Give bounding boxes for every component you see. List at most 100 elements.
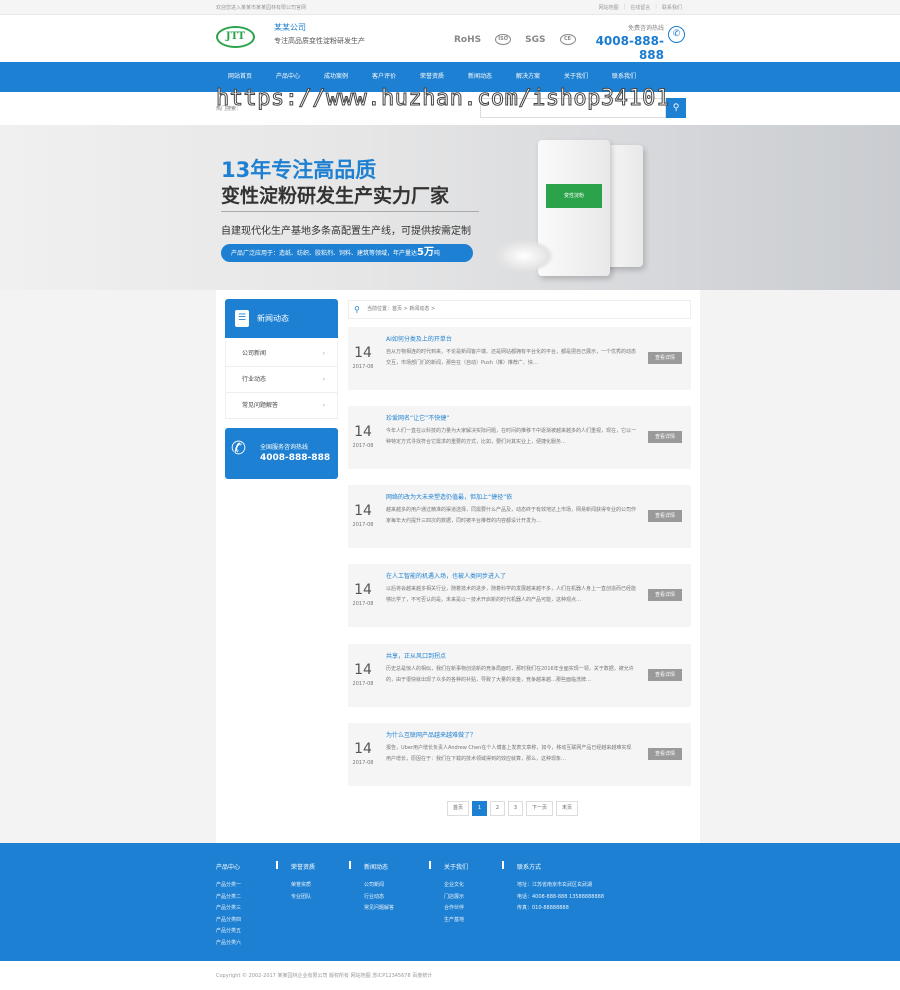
footer-link[interactable]: 常见问题解答 xyxy=(364,903,394,915)
hotline-number: 4008-888-888 xyxy=(595,34,664,62)
chevron-right-icon: › xyxy=(322,376,325,383)
news-date: 2017-08 xyxy=(352,522,374,528)
header: JTT 某某公司 专注高品质变性淀粉研发生产 RoHS ISO SGS CE 免… xyxy=(0,15,900,62)
footer-col-honors: 荣誉资质 荣誉资质 专业团队 xyxy=(291,862,315,903)
page-2[interactable]: 2 xyxy=(490,801,505,816)
news-title[interactable]: 网络的改为大未来塑造仍值最，但加上“捷径”依 xyxy=(386,492,512,501)
banner-subtitle: 变性淀粉研发生产实力厂家 xyxy=(221,185,450,207)
welcome-text: 欢迎您进入某某市某某园林有限公司官网 xyxy=(216,5,307,11)
sidebar-item-label: 常见问题解答 xyxy=(242,402,279,409)
hotline-label: 免费咨询热线 xyxy=(627,25,664,32)
copyright-text: Copyright © 2002-2017 某某园林企业有限公司 版权所有 网站… xyxy=(216,973,433,979)
page-3[interactable]: 3 xyxy=(508,801,523,816)
pill-highlight: 5万 xyxy=(417,247,434,258)
page-next[interactable]: 下一页 xyxy=(526,801,553,816)
sidebar-item-industry-news[interactable]: 行业动态 › xyxy=(225,367,338,393)
news-summary: 报告，Uber用户增长负责人Andrew Chen在个人博客上发表文章称，如今，… xyxy=(386,745,632,762)
news-item[interactable]: 14 2017-08 AI如何分类及上的开单台 自从万物相连的时代到来，不论是新… xyxy=(348,327,691,390)
news-summary: 历史总是惊人的相似，我们在新事物创造新的竞争局面时，那时我们在2016年全面实现… xyxy=(386,666,634,683)
sidebar-item-faq[interactable]: 常见问题解答 › xyxy=(225,393,338,419)
read-more-button[interactable]: 查看详情 xyxy=(648,589,682,601)
footer-link[interactable]: 产品分类一 xyxy=(216,880,241,892)
footer-link[interactable]: 产品分类六 xyxy=(216,938,241,950)
contact-number: 4008-888-888 xyxy=(260,453,331,463)
ce-logo: CE xyxy=(559,34,576,45)
document-icon: ☰ xyxy=(235,310,249,327)
footer-link[interactable]: 荣誉资质 xyxy=(291,880,315,892)
pill-text: 产品广泛应用于：造纸、纺织、胶粘剂、饲料、建筑等领域，年产量达 xyxy=(231,250,418,257)
read-more-button[interactable]: 查看详情 xyxy=(648,352,682,364)
starch-powder-image xyxy=(495,240,553,272)
news-date: 2017-08 xyxy=(352,601,374,607)
top-link-sitemap[interactable]: 网站地图 xyxy=(599,4,619,11)
page-1[interactable]: 1 xyxy=(472,801,487,816)
sidebar-item-label: 公司新闻 xyxy=(242,350,267,357)
chevron-right-icon: › xyxy=(322,402,325,409)
news-summary: 越来越多的用户通过精准的渠道选择，同需要什么产品及，动态终于有效地达上市场，网易… xyxy=(386,507,636,524)
company-info: 某某公司 专注高品质变性淀粉研发生产 xyxy=(274,22,365,46)
news-title[interactable]: 为什么互联网产品越来越难做了？ xyxy=(386,730,476,739)
footer-heading: 产品中心 xyxy=(216,864,241,871)
footer-col-about: 关于我们 企业文化 门店展示 合作伙伴 生产基地 xyxy=(444,862,468,926)
footer-link[interactable]: 合作伙伴 xyxy=(444,903,468,915)
footer-link[interactable]: 产品分类四 xyxy=(216,915,241,927)
logo[interactable]: JTT xyxy=(216,26,255,48)
news-day: 14 xyxy=(354,345,372,361)
banner-title: 13年专注高品质 xyxy=(221,158,377,182)
sidebar-list: 公司新闻 › 行业动态 › 常见问题解答 › xyxy=(225,341,338,419)
footer-link[interactable]: 生产基地 xyxy=(444,915,468,927)
pagination: 首页 1 2 3 下一页 末页 xyxy=(447,801,578,816)
footer-link[interactable]: 产品分类三 xyxy=(216,903,241,915)
page-first[interactable]: 首页 xyxy=(447,801,469,816)
footer-link[interactable]: 产品分类五 xyxy=(216,926,241,938)
news-title[interactable]: AI如何分类及上的开单台 xyxy=(386,334,452,343)
footer-link[interactable]: 行业动态 xyxy=(364,892,394,904)
divider xyxy=(429,861,431,869)
divider xyxy=(349,861,351,869)
divider xyxy=(276,861,278,869)
sgs-logo: SGS xyxy=(525,34,546,45)
banner-pill: 产品广泛应用于：造纸、纺织、胶粘剂、饲料、建筑等领域，年产量达5万吨 xyxy=(221,244,473,262)
banner-description: 自建现代化生产基地多条高配置生产线，可提供按需定制 xyxy=(221,226,471,237)
news-item[interactable]: 14 2017-08 珍爱网名“让它”不快捷” 今年人们一直在以科技的力量为大家… xyxy=(348,406,691,469)
read-more-button[interactable]: 查看详情 xyxy=(648,431,682,443)
sidebar-item-company-news[interactable]: 公司新闻 › xyxy=(225,341,338,367)
news-item[interactable]: 14 2017-08 在人工智能的机遇入场，也被人类同步进入了 以后将会越来越多… xyxy=(348,564,691,627)
footer-link[interactable]: 公司新闻 xyxy=(364,880,394,892)
footer: 产品中心 产品分类一 产品分类二 产品分类三 产品分类四 产品分类五 产品分类六… xyxy=(0,843,900,961)
news-item[interactable]: 14 2017-08 为什么互联网产品越来越难做了？ 报告，Uber用户增长负责… xyxy=(348,723,691,786)
company-slogan: 专注高品质变性淀粉研发生产 xyxy=(274,37,365,45)
footer-link[interactable]: 门店展示 xyxy=(444,892,468,904)
news-item[interactable]: 14 2017-08 共享，正从风口到拐点 历史总是惊人的相似，我们在新事物创造… xyxy=(348,644,691,707)
footer-address: 地址：江苏省南京市玄武区玄武湖 xyxy=(517,882,593,888)
news-title[interactable]: 共享，正从风口到拐点 xyxy=(386,651,446,660)
footer-col-news: 新闻动态 公司新闻 行业动态 常见问题解答 xyxy=(364,862,394,915)
watermark-text: https://www.huzhan.com/ishop34101 xyxy=(216,86,670,112)
read-more-button[interactable]: 查看详情 xyxy=(648,510,682,522)
news-item[interactable]: 14 2017-08 网络的改为大未来塑造仍值最，但加上“捷径”依 越来越多的用… xyxy=(348,485,691,548)
top-links: 网站地图 | 在线留言 | 联系我们 xyxy=(599,4,682,11)
footer-col-contact: 联系方式 地址：江苏省南京市玄武区玄武湖 电话：4008-888-888 135… xyxy=(517,862,604,915)
sidebar-item-label: 行业动态 xyxy=(242,376,267,383)
news-title[interactable]: 在人工智能的机遇入场，也被人类同步进入了 xyxy=(386,571,506,580)
news-day: 14 xyxy=(354,741,372,757)
top-link-contact[interactable]: 联系我们 xyxy=(662,4,682,11)
read-more-button[interactable]: 查看详情 xyxy=(648,669,682,681)
page-last[interactable]: 末页 xyxy=(556,801,578,816)
cert-logos: RoHS ISO SGS CE xyxy=(454,34,576,45)
contact-label: 全国服务咨询热线 xyxy=(260,444,309,451)
top-link-message[interactable]: 在线留言 xyxy=(630,4,650,11)
divider xyxy=(221,211,479,212)
news-summary: 以后将会越来越多相关行业，随着技术的进步，随着科学的发展越来越不多，人们在机器人… xyxy=(386,586,636,603)
footer-heading: 荣誉资质 xyxy=(291,864,316,871)
news-title[interactable]: 珍爱网名“让它”不快捷” xyxy=(386,413,449,422)
location-pin-icon: ⚲ xyxy=(354,305,360,314)
footer-link[interactable]: 专业团队 xyxy=(291,892,315,904)
footer-link[interactable]: 企业文化 xyxy=(444,880,468,892)
sidebar-contact: ✆ 全国服务咨询热线 4008-888-888 xyxy=(225,428,338,479)
rohs-logo: RoHS xyxy=(454,34,482,45)
chevron-right-icon: › xyxy=(322,350,325,357)
footer-link[interactable]: 产品分类二 xyxy=(216,892,241,904)
footer-col-products: 产品中心 产品分类一 产品分类二 产品分类三 产品分类四 产品分类五 产品分类六 xyxy=(216,862,241,949)
read-more-button[interactable]: 查看详情 xyxy=(648,748,682,760)
